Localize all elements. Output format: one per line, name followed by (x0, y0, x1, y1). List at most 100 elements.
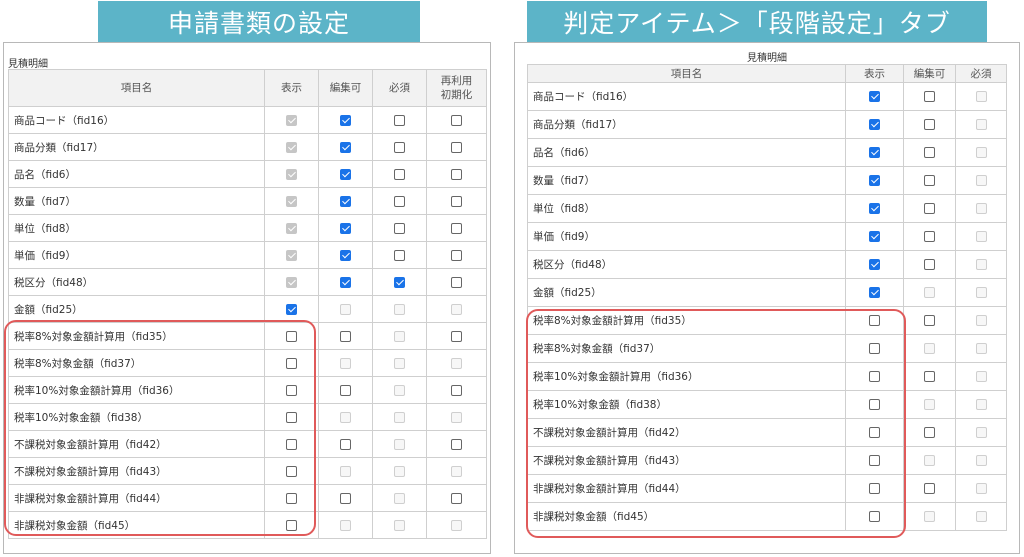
checkbox-cell (903, 138, 956, 167)
checkbox[interactable] (340, 195, 351, 207)
checkbox (394, 303, 405, 315)
checkbox[interactable] (340, 384, 351, 396)
checkbox[interactable] (340, 330, 351, 342)
checkbox (394, 519, 405, 531)
checkbox[interactable] (869, 259, 880, 270)
checkbox[interactable] (340, 114, 351, 126)
checkbox[interactable] (286, 519, 297, 531)
checkbox[interactable] (340, 276, 351, 288)
item-name: 単価（fid9） (527, 222, 846, 251)
checkbox[interactable] (394, 195, 405, 207)
checkbox[interactable] (451, 222, 462, 234)
item-name: 税区分（fid48） (527, 250, 846, 279)
checkbox[interactable] (286, 357, 297, 369)
item-name: 不課税対象金額計算用（fid42） (8, 430, 265, 458)
checkbox[interactable] (286, 492, 297, 504)
checkbox[interactable] (286, 303, 297, 315)
checkbox[interactable] (924, 231, 935, 242)
checkbox[interactable] (286, 438, 297, 450)
checkbox[interactable] (451, 438, 462, 450)
table-row: 単価（fid9） (8, 241, 487, 269)
item-name: 非課税対象金額（fid45） (527, 502, 846, 531)
checkbox[interactable] (340, 222, 351, 234)
checkbox[interactable] (340, 492, 351, 504)
checkbox[interactable] (340, 168, 351, 180)
checkbox[interactable] (394, 222, 405, 234)
checkbox[interactable] (869, 203, 880, 214)
checkbox[interactable] (869, 119, 880, 130)
checkbox (286, 168, 297, 180)
checkbox-cell (845, 502, 904, 531)
checkbox (394, 384, 405, 396)
checkbox[interactable] (340, 141, 351, 153)
checkbox[interactable] (869, 91, 880, 102)
checkbox[interactable] (394, 276, 405, 288)
item-name: 金額（fid25） (527, 278, 846, 307)
checkbox[interactable] (924, 483, 935, 494)
checkbox-cell (264, 268, 319, 296)
item-name: 商品コード（fid16） (8, 106, 265, 134)
table-row: 商品分類（fid17） (8, 133, 487, 161)
checkbox[interactable] (924, 259, 935, 270)
checkbox[interactable] (869, 287, 880, 298)
checkbox[interactable] (340, 438, 351, 450)
checkbox[interactable] (869, 455, 880, 466)
table-row: 非課税対象金額計算用（fid44） (8, 484, 487, 512)
checkbox-cell (372, 511, 427, 539)
checkbox[interactable] (451, 330, 462, 342)
checkbox-cell (903, 306, 956, 335)
checkbox-cell (264, 457, 319, 485)
checkbox[interactable] (869, 343, 880, 354)
checkbox-cell (955, 222, 1007, 251)
checkbox[interactable] (394, 114, 405, 126)
checkbox[interactable] (451, 141, 462, 153)
checkbox[interactable] (924, 91, 935, 102)
checkbox-cell (426, 457, 487, 485)
checkbox[interactable] (340, 249, 351, 261)
checkbox-cell (372, 268, 427, 296)
checkbox[interactable] (869, 511, 880, 522)
checkbox[interactable] (924, 203, 935, 214)
checkbox[interactable] (286, 465, 297, 477)
checkbox (394, 465, 405, 477)
checkbox-cell (845, 222, 904, 251)
checkbox[interactable] (286, 330, 297, 342)
checkbox[interactable] (394, 141, 405, 153)
checkbox[interactable] (869, 399, 880, 410)
checkbox[interactable] (394, 249, 405, 261)
checkbox[interactable] (924, 175, 935, 186)
checkbox[interactable] (451, 276, 462, 288)
checkbox[interactable] (924, 147, 935, 158)
checkbox[interactable] (286, 411, 297, 423)
checkbox[interactable] (924, 427, 935, 438)
checkbox[interactable] (451, 249, 462, 261)
checkbox[interactable] (869, 315, 880, 326)
item-name: 税率8%対象金額（fid37） (527, 334, 846, 363)
checkbox[interactable] (869, 483, 880, 494)
checkbox[interactable] (869, 371, 880, 382)
checkbox[interactable] (924, 315, 935, 326)
table-row: 税率8%対象金額計算用（fid35） (527, 306, 1007, 335)
checkbox (286, 141, 297, 153)
checkbox[interactable] (869, 231, 880, 242)
checkbox-cell (955, 502, 1007, 531)
checkbox[interactable] (869, 147, 880, 158)
checkbox (924, 455, 935, 466)
checkbox[interactable] (451, 492, 462, 504)
checkbox[interactable] (451, 114, 462, 126)
table-row: 単位（fid8） (527, 194, 1007, 223)
checkbox (975, 483, 987, 494)
checkbox-cell (955, 474, 1007, 503)
checkbox[interactable] (869, 175, 880, 186)
checkbox[interactable] (451, 195, 462, 207)
checkbox[interactable] (869, 427, 880, 438)
checkbox-cell (318, 295, 373, 323)
checkbox[interactable] (286, 384, 297, 396)
checkbox-cell (955, 446, 1007, 475)
checkbox[interactable] (394, 168, 405, 180)
checkbox[interactable] (451, 384, 462, 396)
checkbox[interactable] (924, 371, 935, 382)
estimate-items-table: 項目名 表示 編集可 必須 商品コード（fid16） 商品分類（fid17） 品名（fid… (527, 64, 1007, 531)
checkbox[interactable] (451, 168, 462, 180)
checkbox[interactable] (924, 119, 935, 130)
